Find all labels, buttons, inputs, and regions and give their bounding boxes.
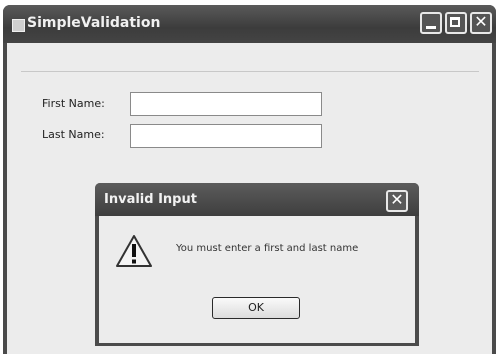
last-name-label: Last Name: <box>42 128 105 141</box>
ok-button[interactable]: OK <box>212 297 300 319</box>
dialog-body: You must enter a first and last name OK <box>99 216 415 343</box>
close-icon: ✕ <box>390 190 404 209</box>
minimize-icon <box>426 26 436 29</box>
maximize-button[interactable] <box>445 12 467 34</box>
warning-icon <box>116 235 152 267</box>
dialog-title-bar[interactable]: Invalid Input ✕ <box>95 183 419 216</box>
dialog-message: You must enter a first and last name <box>176 243 359 254</box>
dialog-close-button[interactable]: ✕ <box>386 190 408 212</box>
invalid-input-dialog: Invalid Input ✕ You must enter a first a… <box>95 183 419 346</box>
title-bar[interactable]: SimpleValidation ✕ <box>3 5 496 43</box>
app-icon[interactable] <box>12 19 25 32</box>
maximize-icon <box>450 17 460 27</box>
minimize-button[interactable] <box>420 12 442 34</box>
close-icon: ✕ <box>474 12 488 31</box>
first-name-label: First Name: <box>42 97 105 110</box>
last-name-input[interactable] <box>130 124 322 148</box>
first-name-input[interactable] <box>130 92 322 116</box>
dialog-title: Invalid Input <box>104 192 197 207</box>
window-title: SimpleValidation <box>27 15 161 31</box>
group-divider <box>21 71 479 72</box>
close-button[interactable]: ✕ <box>470 12 492 34</box>
